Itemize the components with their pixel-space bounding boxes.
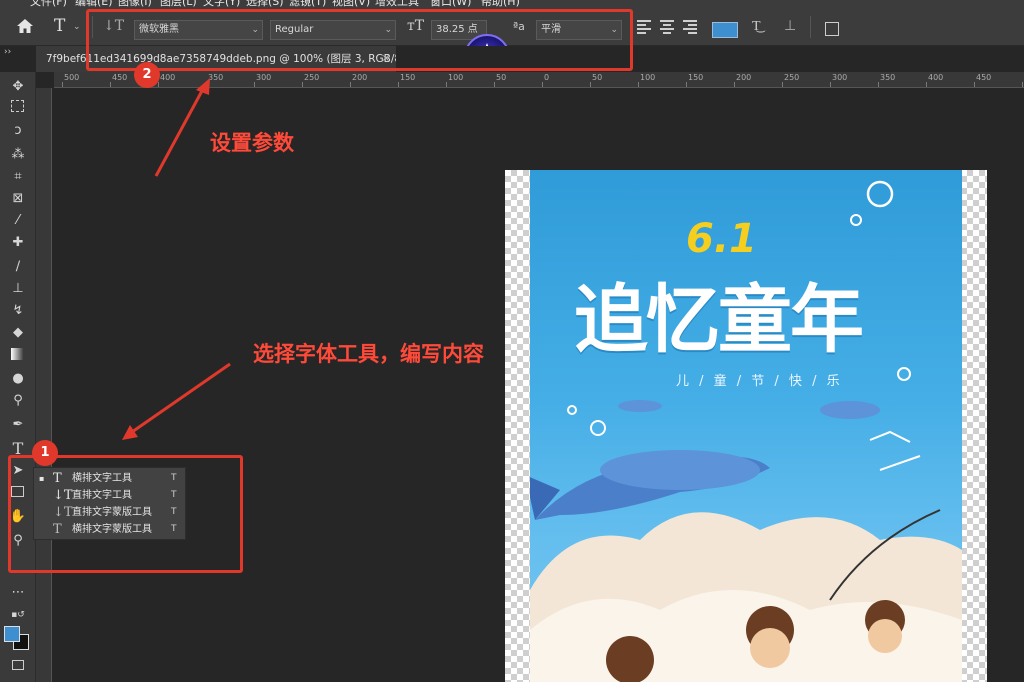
annotation-arrows	[122, 78, 231, 440]
step-1-instruction: 选择字体工具，编写内容	[253, 342, 484, 366]
step-2-instruction: 设置参数	[210, 131, 294, 155]
photoshop-window: 文件(F) 编辑(E) 图像(I) 图层(L) 文字(Y) 选择(S) 滤镜(T…	[0, 0, 1024, 682]
